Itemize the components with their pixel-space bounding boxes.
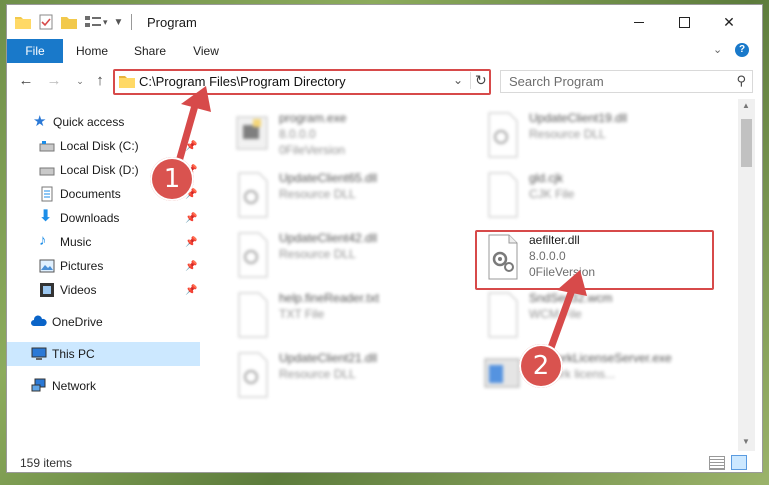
callout-badge-1: 1 [150,157,194,201]
annotation-arrows [174,86,587,360]
arrow-1 [174,98,200,169]
callout-badge-2: 2 [519,344,563,388]
arrowhead-2-icon [557,270,587,296]
